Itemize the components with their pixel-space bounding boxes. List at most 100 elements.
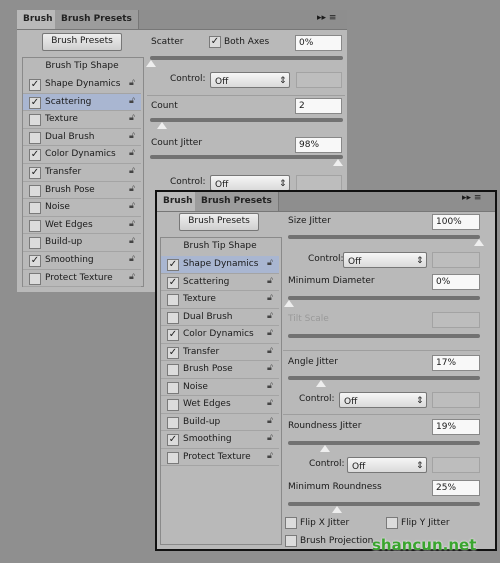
list-item-shape-dynamics[interactable]: ✓ Shape Dynamics 🔓︎ — [23, 76, 141, 94]
checkbox[interactable]: ✓ — [167, 434, 179, 446]
list-item-smoothing[interactable]: ✓ Smoothing 🔓︎ — [23, 252, 141, 270]
lock-icon[interactable]: 🔓︎ — [267, 311, 273, 321]
lock-icon[interactable]: 🔓︎ — [267, 258, 273, 268]
tilt-scale-slider[interactable] — [288, 334, 480, 338]
control-select[interactable]: Off ⇕ — [343, 252, 427, 268]
lock-icon[interactable]: 🔓︎ — [267, 398, 273, 408]
minimum-roundness-input[interactable]: 25% — [432, 480, 480, 496]
list-item-shape-dynamics[interactable]: ✓ Shape Dynamics 🔓︎ — [161, 256, 279, 274]
lock-icon[interactable]: 🔓︎ — [267, 346, 273, 356]
list-item-brush-pose[interactable]: Brush Pose 🔓︎ — [23, 182, 141, 200]
count-slider[interactable] — [150, 118, 343, 122]
lock-icon[interactable]: 🔓︎ — [267, 433, 273, 443]
list-item-noise[interactable]: Noise 🔓︎ — [23, 199, 141, 217]
checkbox[interactable] — [29, 219, 41, 232]
checkbox[interactable] — [29, 272, 41, 285]
tab-brush[interactable]: Brush — [157, 192, 199, 211]
checkbox[interactable]: ✓ — [167, 259, 179, 271]
size-jitter-input[interactable]: 100% — [432, 214, 480, 230]
count-jitter-slider-thumb[interactable] — [333, 159, 344, 166]
lock-icon[interactable]: 🔓︎ — [267, 328, 273, 338]
tab-brush-presets[interactable]: Brush Presets — [195, 192, 279, 211]
lock-icon[interactable]: 🔓︎ — [129, 96, 135, 106]
checkbox[interactable] — [167, 451, 179, 464]
control-select[interactable]: Off ⇕ — [210, 72, 290, 88]
checkbox[interactable] — [167, 311, 179, 324]
checkbox[interactable] — [167, 399, 179, 411]
scatter-slider-thumb[interactable] — [146, 60, 156, 67]
count-slider-thumb[interactable] — [157, 122, 168, 129]
checkbox[interactable]: ✓ — [29, 149, 41, 162]
count-input[interactable]: 2 — [295, 98, 342, 114]
lock-icon[interactable]: 🔓︎ — [267, 451, 273, 461]
lock-icon[interactable]: 🔓︎ — [129, 184, 135, 194]
control-select[interactable]: Off ⇕ — [210, 175, 290, 191]
tab-brush[interactable]: Brush — [17, 10, 59, 29]
control-select[interactable]: Off ⇕ — [347, 457, 427, 473]
lock-icon[interactable]: 🔓︎ — [267, 276, 273, 286]
minimum-roundness-slider-thumb[interactable] — [331, 506, 342, 513]
minimum-diameter-input[interactable]: 0% — [432, 274, 480, 290]
lock-icon[interactable]: 🔓︎ — [129, 148, 135, 158]
list-item-color-dynamics[interactable]: ✓ Color Dynamics 🔓︎ — [23, 146, 141, 164]
flip-x-checkbox[interactable] — [285, 517, 297, 529]
list-item-build-up[interactable]: Build-up 🔓︎ — [23, 234, 141, 252]
lock-icon[interactable]: 🔓︎ — [129, 78, 135, 88]
size-jitter-slider[interactable] — [288, 235, 480, 239]
list-item-color-dynamics[interactable]: ✓ Color Dynamics 🔓︎ — [161, 326, 279, 344]
panel-menu-icon[interactable]: ▸▸ ≡ — [462, 193, 484, 205]
list-item-scattering[interactable]: ✓ Scattering 🔓︎ — [161, 274, 279, 291]
checkbox[interactable] — [29, 131, 41, 144]
brush-presets-button[interactable]: Brush Presets — [42, 33, 122, 51]
checkbox[interactable]: ✓ — [167, 276, 179, 289]
list-item-texture[interactable]: Texture 🔓︎ — [23, 111, 141, 129]
checkbox[interactable] — [167, 294, 179, 306]
angle-jitter-input[interactable]: 17% — [432, 355, 480, 371]
minimum-diameter-slider[interactable] — [288, 296, 480, 300]
brush-projection-checkbox[interactable] — [285, 535, 297, 547]
lock-icon[interactable]: 🔓︎ — [129, 236, 135, 246]
list-item-dual-brush[interactable]: Dual Brush 🔓︎ — [23, 129, 141, 147]
brush-presets-button[interactable]: Brush Presets — [179, 213, 259, 231]
both-axes-checkbox[interactable]: ✓ — [209, 36, 221, 48]
angle-jitter-slider-thumb[interactable] — [316, 380, 327, 387]
count-jitter-slider[interactable] — [150, 155, 343, 159]
scatter-input[interactable]: 0% — [295, 35, 342, 51]
checkbox[interactable] — [29, 237, 41, 250]
brush-tip-shape-item[interactable]: Brush Tip Shape — [160, 241, 280, 251]
lock-icon[interactable]: 🔓︎ — [129, 201, 135, 211]
list-item-texture[interactable]: Texture 🔓︎ — [161, 291, 279, 309]
checkbox[interactable] — [29, 202, 41, 215]
list-item-build-up[interactable]: Build-up 🔓︎ — [161, 414, 279, 431]
roundness-jitter-slider-thumb[interactable] — [320, 445, 331, 452]
checkbox[interactable]: ✓ — [29, 255, 41, 267]
lock-icon[interactable]: 🔓︎ — [129, 131, 135, 141]
list-item-transfer[interactable]: ✓ Transfer 🔓︎ — [23, 164, 141, 182]
list-item-brush-pose[interactable]: Brush Pose 🔓︎ — [161, 361, 279, 379]
checkbox[interactable]: ✓ — [29, 167, 41, 179]
checkbox[interactable]: ✓ — [29, 79, 41, 91]
checkbox[interactable]: ✓ — [167, 329, 179, 341]
list-item-smoothing[interactable]: ✓ Smoothing 🔓︎ — [161, 431, 279, 449]
minimum-roundness-slider[interactable] — [288, 502, 480, 506]
checkbox[interactable] — [29, 114, 41, 127]
lock-icon[interactable]: 🔓︎ — [267, 293, 273, 303]
list-item-wet-edges[interactable]: Wet Edges 🔓︎ — [23, 217, 141, 235]
checkbox[interactable] — [167, 381, 179, 394]
checkbox[interactable]: ✓ — [167, 346, 179, 359]
list-item-scattering[interactable]: ✓ Scattering 🔓︎ — [23, 93, 141, 112]
tab-brush-presets[interactable]: Brush Presets — [55, 10, 139, 29]
lock-icon[interactable]: 🔓︎ — [129, 219, 135, 229]
minimum-diameter-slider-thumb[interactable] — [284, 300, 294, 307]
lock-icon[interactable]: 🔓︎ — [267, 416, 273, 426]
lock-icon[interactable]: 🔓︎ — [267, 381, 273, 391]
panel-menu-icon[interactable]: ▸▸ ≡ — [317, 13, 339, 25]
flip-y-checkbox[interactable] — [386, 517, 398, 529]
scatter-slider[interactable] — [150, 56, 343, 60]
checkbox[interactable] — [29, 184, 41, 197]
roundness-jitter-slider[interactable] — [288, 441, 480, 445]
brush-tip-shape-item[interactable]: Brush Tip Shape — [22, 61, 142, 71]
list-item-transfer[interactable]: ✓ Transfer 🔓︎ — [161, 344, 279, 361]
lock-icon[interactable]: 🔓︎ — [267, 363, 273, 373]
lock-icon[interactable]: 🔓︎ — [129, 166, 135, 176]
